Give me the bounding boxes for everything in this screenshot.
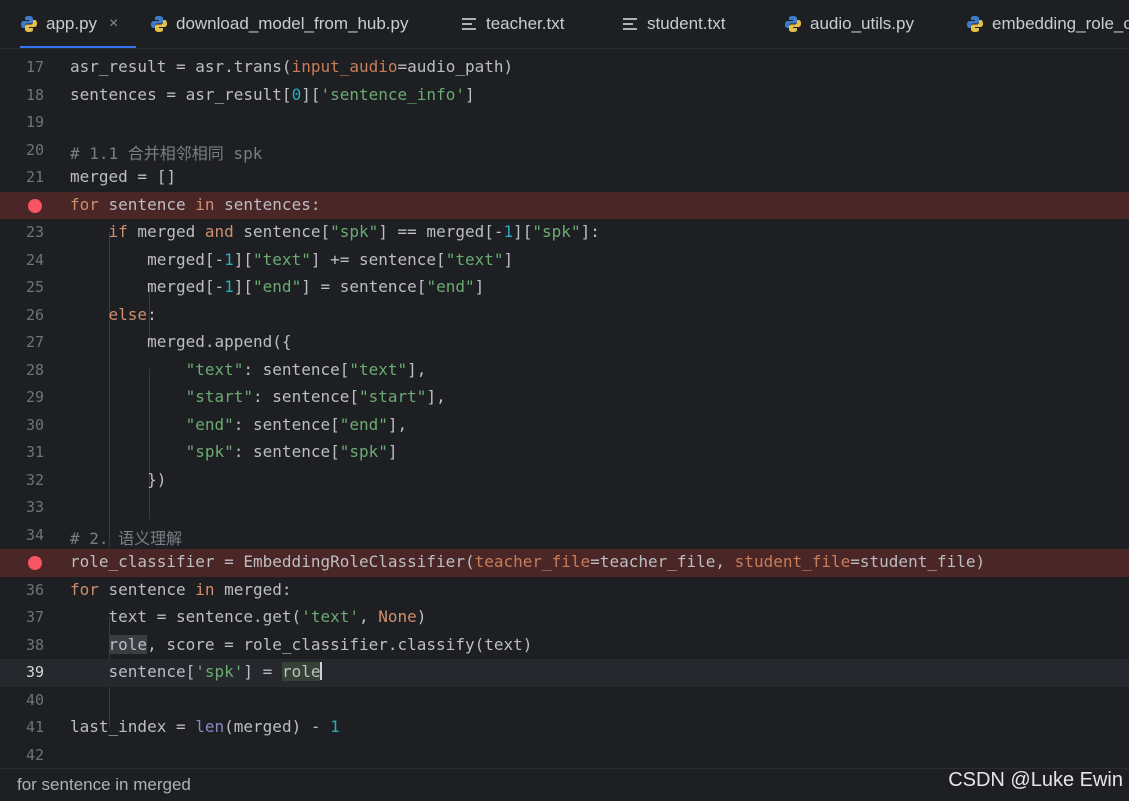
code-line[interactable]: 23 if merged and sentence["spk"] == merg… xyxy=(0,219,1129,247)
line-number[interactable]: 39 xyxy=(0,663,44,681)
code-text[interactable]: for sentence in sentences: xyxy=(70,195,320,214)
code-line[interactable]: 37 text = sentence.get('text', None) xyxy=(0,604,1129,632)
code-text[interactable]: "spk": sentence["spk"] xyxy=(70,442,398,461)
line-number[interactable]: 38 xyxy=(0,636,44,654)
code-line[interactable]: 40 xyxy=(0,687,1129,715)
line-number[interactable]: 30 xyxy=(0,416,44,434)
line-number[interactable]: 29 xyxy=(0,388,44,406)
tab-audio-utils[interactable]: audio_utils.py xyxy=(784,0,914,48)
code-line[interactable]: 24 merged[-1]["text"] += sentence["text"… xyxy=(0,247,1129,275)
code-line-breakpoint[interactable]: role_classifier = EmbeddingRoleClassifie… xyxy=(0,549,1129,577)
tab-teacher-txt[interactable]: teacher.txt xyxy=(462,0,564,48)
line-number[interactable]: 36 xyxy=(0,581,44,599)
code-text[interactable]: "text": sentence["text"], xyxy=(70,360,427,379)
code-line[interactable]: 33 xyxy=(0,494,1129,522)
code-text[interactable]: text = sentence.get('text', None) xyxy=(70,607,427,626)
line-number[interactable]: 26 xyxy=(0,306,44,324)
breakpoint-icon[interactable] xyxy=(28,556,42,570)
tab-download-model-from-hub[interactable]: download_model_from_hub.py xyxy=(150,0,409,48)
tab-label: audio_utils.py xyxy=(810,14,914,33)
line-number[interactable]: 31 xyxy=(0,443,44,461)
code-text[interactable]: role, score = role_classifier.classify(t… xyxy=(70,634,532,654)
code-text[interactable]: last_index = len(merged) - 1 xyxy=(70,717,340,736)
code-text[interactable]: for sentence in merged: xyxy=(70,580,292,599)
text-caret xyxy=(320,662,323,680)
watermark: CSDN @Luke Ewin xyxy=(948,769,1123,791)
python-icon xyxy=(784,15,802,33)
line-number[interactable]: 25 xyxy=(0,278,44,296)
code-line-current[interactable]: 39 sentence['spk'] = role xyxy=(0,659,1129,687)
line-number[interactable]: 21 xyxy=(0,168,44,186)
code-line[interactable]: 25 merged[-1]["end"] = sentence["end"] xyxy=(0,274,1129,302)
code-comment[interactable]: # 2. 语义理解 xyxy=(70,525,182,549)
line-number[interactable]: 24 xyxy=(0,251,44,269)
code-line[interactable]: 41 last_index = len(merged) - 1 xyxy=(0,714,1129,742)
code-line[interactable]: 30 "end": sentence["end"], xyxy=(0,412,1129,440)
status-bar: for sentence in merged CSDN @Luke Ewin xyxy=(0,768,1129,801)
tab-label: student.txt xyxy=(647,14,726,33)
line-number[interactable]: 32 xyxy=(0,471,44,489)
code-line[interactable]: 20 # 1.1 合并相邻相同 spk xyxy=(0,137,1129,165)
line-number[interactable]: 42 xyxy=(0,746,44,764)
code-text[interactable]: asr_result = asr.trans(input_audio=audio… xyxy=(70,57,513,76)
breadcrumb[interactable]: for sentence in merged xyxy=(17,775,191,795)
code-text[interactable]: merged = [] xyxy=(70,167,176,186)
code-text[interactable]: "end": sentence["end"], xyxy=(70,415,408,434)
line-number[interactable]: 19 xyxy=(0,113,44,131)
breakpoint-icon[interactable] xyxy=(28,198,42,213)
line-number[interactable]: 18 xyxy=(0,86,44,104)
line-number[interactable]: 27 xyxy=(0,333,44,351)
python-icon xyxy=(150,15,168,33)
code-line[interactable]: 31 "spk": sentence["spk"] xyxy=(0,439,1129,467)
tab-student-txt[interactable]: student.txt xyxy=(623,0,725,48)
text-file-icon xyxy=(462,18,476,30)
code-comment[interactable]: # 1.1 合并相邻相同 spk xyxy=(70,140,262,164)
line-number[interactable]: 41 xyxy=(0,718,44,736)
code-text[interactable]: else: xyxy=(70,305,157,324)
code-line-breakpoint[interactable]: for sentence in sentences: xyxy=(0,191,1129,219)
tab-app-py[interactable]: app.py × xyxy=(20,0,136,48)
line-number[interactable]: 34 xyxy=(0,526,44,544)
code-line[interactable]: 27 merged.append({ xyxy=(0,329,1129,357)
tab-embedding-role[interactable]: embedding_role_c xyxy=(966,0,1129,48)
text-file-icon xyxy=(623,18,637,30)
code-line[interactable]: 19 xyxy=(0,109,1129,137)
code-line[interactable]: 38 role, score = role_classifier.classif… xyxy=(0,632,1129,660)
code-text[interactable]: merged.append({ xyxy=(70,332,292,351)
tab-label: embedding_role_c xyxy=(992,14,1129,33)
code-line[interactable]: 28 "text": sentence["text"], xyxy=(0,357,1129,385)
line-number[interactable]: 28 xyxy=(0,361,44,379)
code-line[interactable]: 34 # 2. 语义理解 xyxy=(0,522,1129,550)
code-text[interactable]: sentences = asr_result[0]['sentence_info… xyxy=(70,85,475,104)
code-text[interactable]: }) xyxy=(70,470,166,489)
line-number[interactable]: 20 xyxy=(0,141,44,159)
line-number[interactable]: 23 xyxy=(0,223,44,241)
line-number[interactable]: 40 xyxy=(0,691,44,709)
code-line[interactable]: 26 else: xyxy=(0,302,1129,330)
code-line[interactable]: 29 "start": sentence["start"], xyxy=(0,384,1129,412)
code-text[interactable]: if merged and sentence["spk"] == merged[… xyxy=(70,222,600,241)
code-line[interactable]: 32 }) xyxy=(0,467,1129,495)
python-icon xyxy=(20,15,38,33)
tab-label: download_model_from_hub.py xyxy=(176,14,409,33)
line-number[interactable]: 17 xyxy=(0,58,44,76)
code-line[interactable]: 21 merged = [] xyxy=(0,164,1129,192)
code-text[interactable]: merged[-1]["text"] += sentence["text"] xyxy=(70,250,513,269)
code-line[interactable]: 17 asr_result = asr.trans(input_audio=au… xyxy=(0,54,1129,82)
line-number[interactable]: 33 xyxy=(0,498,44,516)
editor-tab-bar: app.py × download_model_from_hub.py teac… xyxy=(0,0,1129,49)
line-number[interactable]: 37 xyxy=(0,608,44,626)
code-editor[interactable]: 17 asr_result = asr.trans(input_audio=au… xyxy=(0,54,1129,768)
tab-label: teacher.txt xyxy=(486,14,565,33)
close-icon[interactable]: × xyxy=(109,15,118,33)
code-line[interactable]: 36 for sentence in merged: xyxy=(0,577,1129,605)
python-icon xyxy=(966,15,984,33)
code-text[interactable]: role_classifier = EmbeddingRoleClassifie… xyxy=(70,552,985,571)
code-text[interactable]: merged[-1]["end"] = sentence["end"] xyxy=(70,277,484,296)
code-line[interactable]: 18 sentences = asr_result[0]['sentence_i… xyxy=(0,82,1129,110)
code-text[interactable]: sentence['spk'] = role xyxy=(70,662,323,681)
code-line[interactable]: 42 xyxy=(0,742,1129,770)
code-text[interactable]: "start": sentence["start"], xyxy=(70,387,446,406)
tab-label: app.py xyxy=(46,14,98,33)
